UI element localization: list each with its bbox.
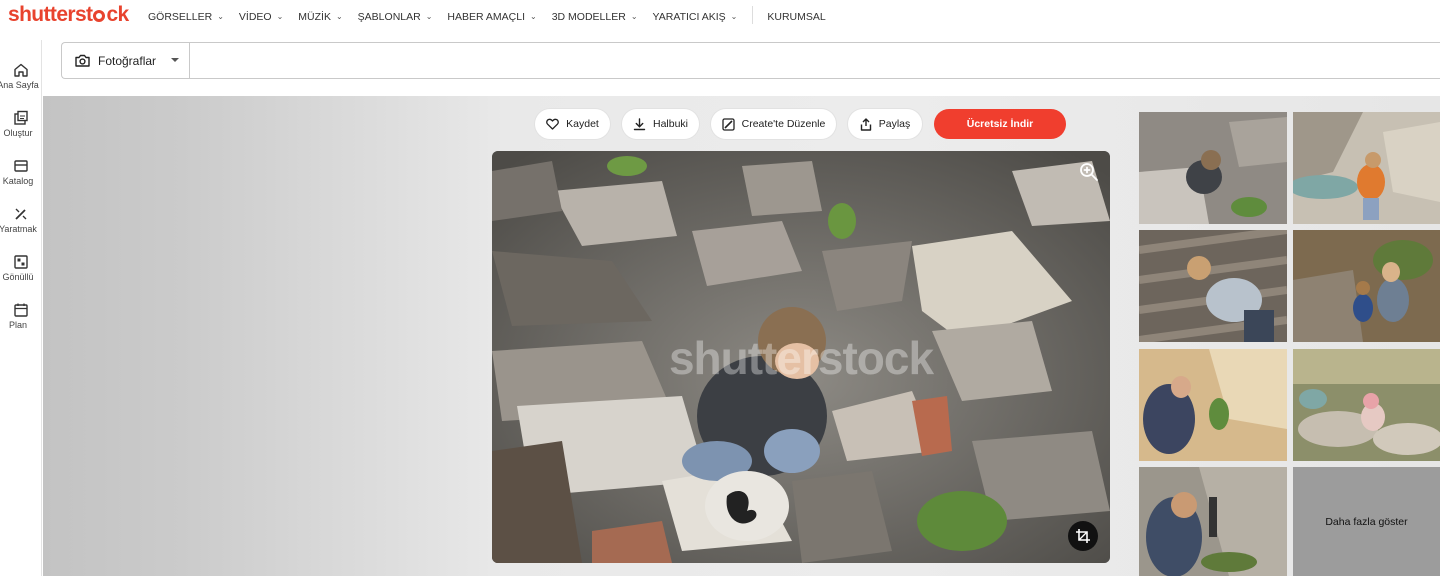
sidebar-item-home[interactable]: Ana Sayfa — [0, 62, 42, 90]
nav-item-yaratici-akis[interactable]: YARATICI AKIŞ ⌄ — [653, 9, 738, 24]
share-icon — [860, 117, 871, 131]
show-more-button[interactable]: Daha fazla göster — [1293, 467, 1440, 576]
nav-item-kurumsal[interactable]: KURUMSAL — [767, 9, 825, 24]
search-input[interactable] — [192, 44, 1432, 77]
nav-item-muzik[interactable]: MÜZİK ⌄ — [298, 9, 342, 24]
shutterstock-logo[interactable]: shutterst ck — [8, 3, 129, 27]
thumbnail-image — [1139, 349, 1287, 461]
nav-item-sablonlar[interactable]: ŞABLONLAR ⌄ — [358, 9, 433, 24]
logo-text-right: ck — [106, 3, 129, 26]
plan-icon — [14, 303, 28, 317]
chevron-down-icon: ⌄ — [425, 12, 433, 21]
sidebar-item-catalog[interactable]: Katalog — [0, 158, 42, 186]
nav-item-3d-modeller[interactable]: 3D MODELLER ⌄ — [552, 9, 638, 24]
grid-icon — [14, 255, 28, 269]
thumbnail-image — [1139, 230, 1287, 342]
edit-icon — [721, 117, 735, 131]
media-type-select[interactable]: Fotoğraflar — [62, 43, 190, 78]
related-thumbnail[interactable] — [1293, 349, 1440, 461]
related-thumbnail[interactable] — [1293, 230, 1440, 342]
nav-item-haber-amacli[interactable]: HABER AMAÇLI ⌄ — [447, 9, 536, 24]
zoom-button[interactable] — [1078, 161, 1100, 183]
main-photo[interactable]: shutterstock — [492, 151, 1110, 563]
chevron-down-icon: ⌄ — [630, 12, 638, 21]
thumbnail-image — [1293, 112, 1440, 224]
sidebar-item-plan[interactable]: Plan — [0, 302, 42, 330]
nav-menu: GÖRSELLER ⌄ VİDEO ⌄ MÜZİK ⌄ ŞABLONLAR ⌄ HABE… — [148, 6, 841, 24]
chevron-down-icon: ⌄ — [217, 12, 224, 21]
heart-icon — [546, 118, 560, 130]
nav-item-video[interactable]: VİDEO ⌄ — [239, 9, 283, 24]
thumbnail-image — [1139, 467, 1287, 576]
zoom-in-icon — [1080, 163, 1098, 181]
thumbnail-image — [1139, 112, 1287, 224]
thumbnail-image — [1293, 349, 1440, 461]
crop-button[interactable] — [1068, 521, 1098, 551]
logo-o-icon — [93, 10, 106, 22]
caret-down-icon — [171, 58, 179, 62]
sidebar-item-create[interactable]: Oluştur — [0, 110, 42, 138]
nav-divider — [752, 6, 754, 24]
media-type-label: Fotoğraflar — [98, 53, 157, 68]
related-thumbnail[interactable] — [1139, 112, 1287, 224]
related-thumbnail[interactable] — [1139, 467, 1287, 576]
chevron-down-icon: ⌄ — [530, 12, 537, 21]
home-icon — [14, 63, 28, 77]
related-thumbnail[interactable] — [1139, 349, 1287, 461]
chevron-down-icon: ⌄ — [730, 12, 738, 21]
thumbnail-image — [1293, 230, 1440, 342]
chevron-down-icon: ⌄ — [276, 12, 284, 21]
related-thumbnail[interactable] — [1293, 112, 1440, 224]
download-icon — [633, 117, 646, 130]
sidebar-item-yaratmak[interactable]: Yaratmak — [0, 206, 42, 234]
create-icon — [14, 110, 28, 125]
nav-item-gorseller[interactable]: GÖRSELLER ⌄ — [148, 9, 224, 24]
share-button[interactable]: Paylaş — [848, 109, 922, 139]
logo-text-left: shutterst — [8, 3, 93, 26]
edit-in-create-button[interactable]: Create'te Düzenle — [711, 109, 836, 139]
related-thumbnail[interactable] — [1139, 230, 1287, 342]
magic-wand-icon — [15, 208, 27, 220]
left-sidebar: Ana Sayfa Oluştur Katalog Yaratmak Gönül… — [0, 40, 42, 576]
save-button[interactable]: Kaydet — [535, 109, 610, 139]
sidebar-item-gonullu[interactable]: Gönüllü — [0, 254, 42, 282]
watermark-text: shutterstock — [668, 332, 934, 384]
crop-icon — [1076, 529, 1090, 543]
camera-icon — [75, 54, 90, 67]
chevron-down-icon: ⌄ — [335, 12, 343, 21]
download-button[interactable]: Halbuki — [622, 109, 699, 139]
search-bar: Fotoğraflar — [61, 42, 1440, 79]
top-navigation: shutterst ck GÖRSELLER ⌄ VİDEO ⌄ MÜZİK ⌄ ŞAB… — [0, 0, 1440, 30]
free-download-button[interactable]: Ücretsiz İndir — [934, 109, 1066, 139]
catalog-icon — [14, 160, 28, 172]
